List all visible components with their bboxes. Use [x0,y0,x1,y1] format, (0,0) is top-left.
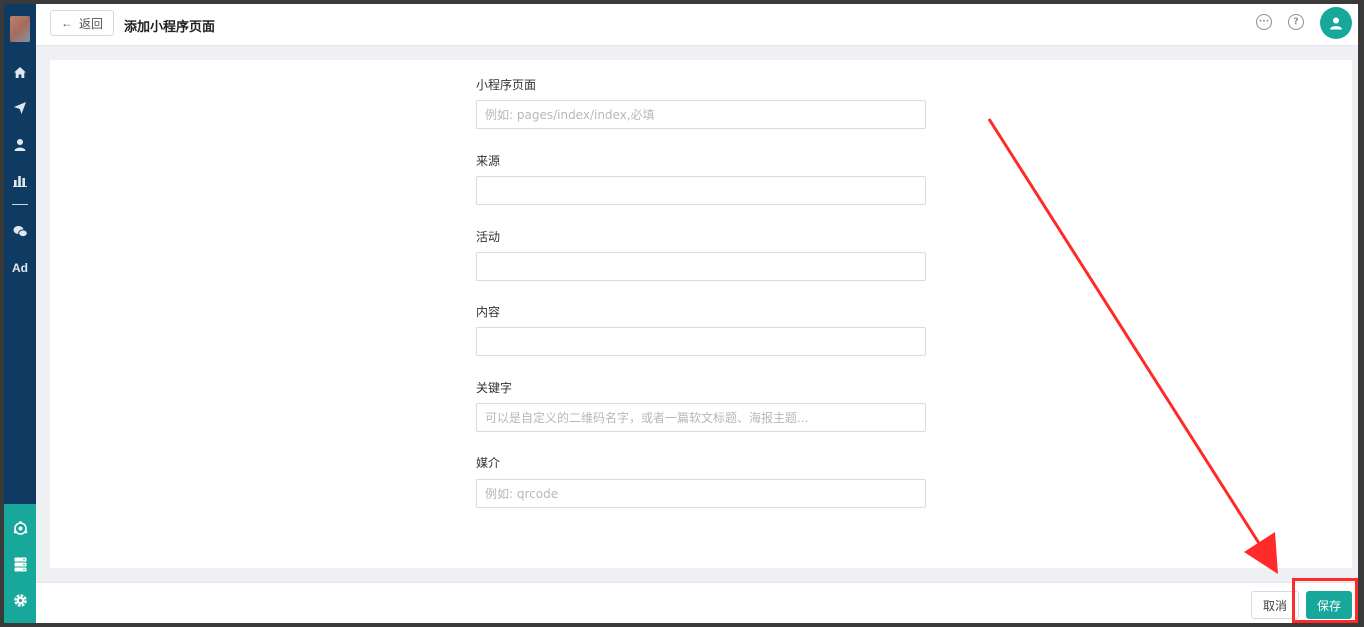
sidebar-bottom-group [4,504,36,623]
page-header: ← 返回 添加小程序页面 ··· ? [36,4,1358,46]
avatar[interactable] [1320,7,1352,39]
medium-input[interactable] [476,479,926,508]
bar-chart-icon[interactable] [4,170,36,190]
field-label-source: 来源 [476,154,501,168]
home-icon[interactable] [4,62,36,82]
page-title: 添加小程序页面 [124,20,216,35]
field-label-content: 内容 [476,305,501,319]
server-icon[interactable] [4,554,36,574]
sidebar-item-ad[interactable]: Ad [4,258,36,278]
cancel-button[interactable]: 取消 [1251,591,1299,619]
field-label-campaign: 活动 [476,230,501,244]
help-icon[interactable]: ? [1288,14,1304,30]
page-path-input[interactable] [476,100,926,129]
save-button[interactable]: 保存 [1306,591,1352,619]
campaign-input[interactable] [476,252,926,281]
user-avatar-icon [1330,17,1342,30]
back-button-label: 返回 [79,16,104,31]
sidebar: Ad [4,4,36,623]
arrow-left-icon: ← [61,16,73,30]
field-label-keyword: 关键字 [476,381,513,395]
message-icon[interactable]: ··· [1256,14,1272,30]
app-window: Ad ← 返回 添加小程序页面 ··· ? 小程序页面 来 [4,4,1358,623]
source-input[interactable] [476,176,926,205]
keyword-input[interactable] [476,403,926,432]
sidebar-divider [12,204,28,205]
sidebar-ad-label: Ad [12,261,28,275]
form-card: 小程序页面 来源 活动 内容 关键字 媒介 [50,60,1352,568]
field-label-page: 小程序页面 [476,78,537,92]
field-label-medium: 媒介 [476,456,501,470]
app-logo [10,16,30,42]
wechat-icon[interactable] [4,221,36,241]
user-icon[interactable] [4,134,36,154]
back-button[interactable]: ← 返回 [50,10,115,36]
content-input[interactable] [476,327,926,356]
form-footer: 取消 保存 [36,582,1358,623]
send-icon[interactable] [4,98,36,118]
gear-icon[interactable] [4,590,36,610]
target-icon[interactable] [4,518,36,538]
